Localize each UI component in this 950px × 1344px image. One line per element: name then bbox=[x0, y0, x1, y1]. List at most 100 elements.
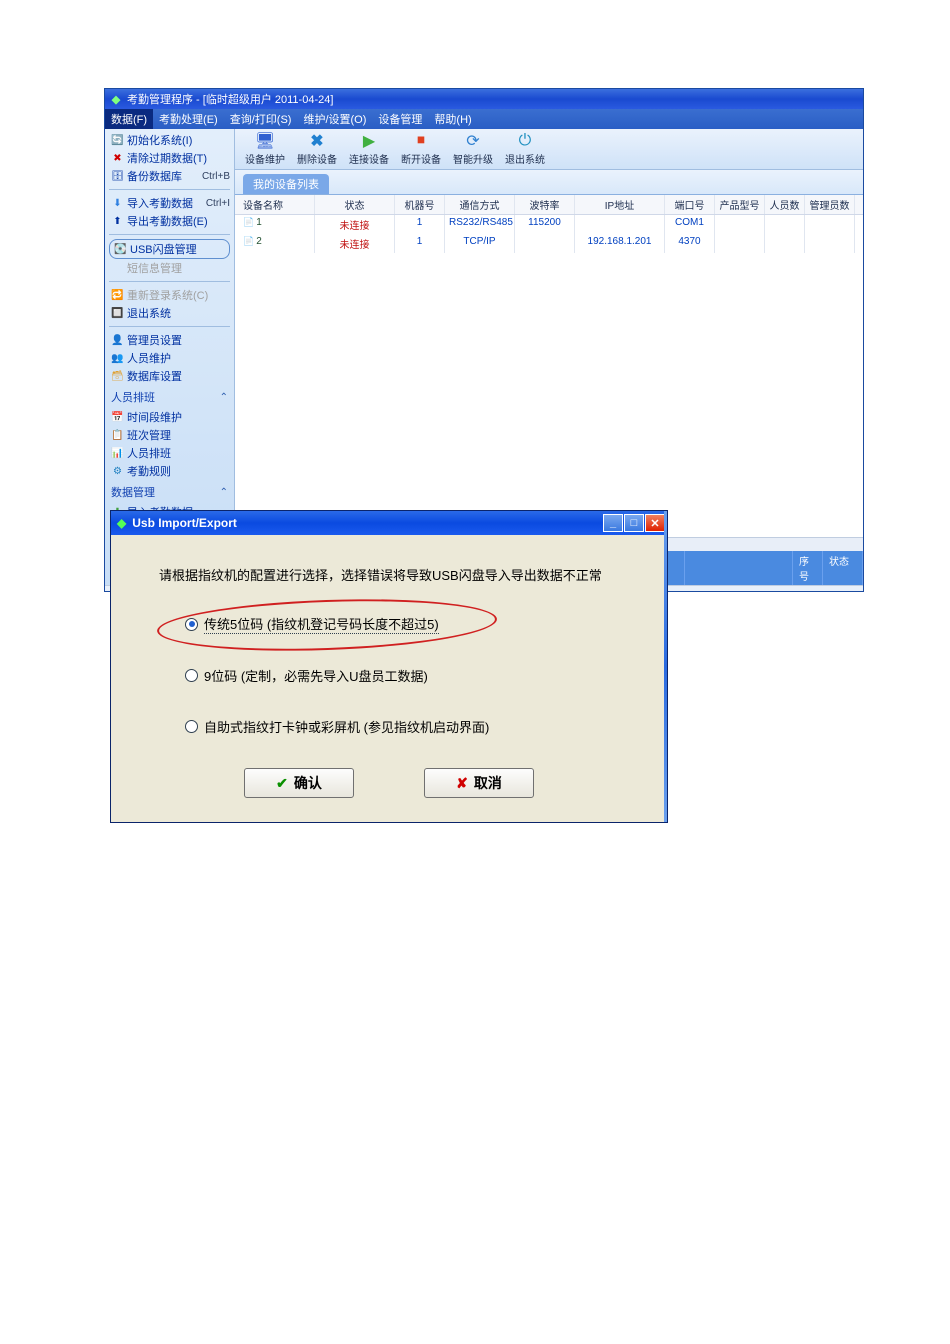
dialog-right-edge bbox=[664, 511, 667, 822]
sidebar-clear-expired[interactable]: ✖清除过期数据(T) bbox=[109, 149, 230, 167]
radio-option-5digit[interactable]: 传统5位码 (指纹机登记号码长度不超过5) bbox=[185, 614, 643, 634]
sidebar-section-schedule[interactable]: 人员排班⌃ bbox=[109, 385, 230, 408]
radio-option-9digit[interactable]: 9位码 (定制，必需先导入U盘员工数据) bbox=[185, 666, 643, 685]
col-product[interactable]: 产品型号 bbox=[715, 195, 765, 214]
col-device-name[interactable]: 设备名称 bbox=[235, 195, 315, 214]
close-button[interactable]: ✕ bbox=[645, 514, 665, 532]
sidebar-att-rule[interactable]: ⚙考勤规则 bbox=[109, 462, 230, 480]
bcol-status2[interactable]: 状态 bbox=[823, 551, 863, 585]
usb-import-export-dialog: ◆ Usb Import/Export _ □ ✕ 请根据指纹机的配置进行选择，… bbox=[110, 510, 668, 823]
exit-icon: 🔲 bbox=[111, 307, 124, 320]
cell-ip: 192.168.1.201 bbox=[575, 234, 665, 253]
sidebar-person-schedule[interactable]: 📊人员排班 bbox=[109, 444, 230, 462]
menu-bar: 数据(F) 考勤处理(E) 查询/打印(S) 维护/设置(O) 设备管理 帮助(… bbox=[105, 109, 863, 129]
sidebar-relogin: 🔁重新登录系统(C) bbox=[109, 286, 230, 304]
table-row[interactable]: 1 未连接 1 RS232/RS485 115200 COM1 bbox=[235, 215, 863, 234]
col-baud[interactable]: 波特率 bbox=[515, 195, 575, 214]
minimize-button[interactable]: _ bbox=[603, 514, 623, 532]
col-machine-no[interactable]: 机器号 bbox=[395, 195, 445, 214]
grid-empty bbox=[235, 253, 863, 537]
toolbar-device-maintain[interactable]: 🖥设备维护 bbox=[239, 131, 291, 167]
gear-icon: ⚙ bbox=[111, 465, 124, 478]
device-icon: 🖥 bbox=[254, 132, 276, 150]
sidebar-import-att[interactable]: ⬇导入考勤数据Ctrl+I bbox=[109, 194, 230, 212]
window-title: 考勤管理程序 - [临时超级用户 2011-04-24] bbox=[127, 91, 333, 107]
cell-people bbox=[765, 215, 805, 234]
toolbar-delete-device[interactable]: ✖删除设备 bbox=[291, 131, 343, 167]
cell-prod bbox=[715, 215, 765, 234]
table-row[interactable]: 2 未连接 1 TCP/IP 192.168.1.201 4370 bbox=[235, 234, 863, 253]
cancel-button[interactable]: ✘ 取消 bbox=[424, 768, 534, 798]
import-icon: ⬇ bbox=[111, 197, 124, 210]
cell-comm: TCP/IP bbox=[445, 234, 515, 253]
people-icon: 👥 bbox=[111, 352, 124, 365]
sidebar-section-datamgmt[interactable]: 数据管理⌃ bbox=[109, 480, 230, 503]
app-icon: ◆ bbox=[109, 92, 123, 106]
sidebar-shift-manage[interactable]: 📋班次管理 bbox=[109, 426, 230, 444]
toolbar-disconnect-device[interactable]: ⏹断开设备 bbox=[395, 131, 447, 167]
col-status[interactable]: 状态 bbox=[315, 195, 395, 214]
cell-people bbox=[765, 234, 805, 253]
menu-attendance[interactable]: 考勤处理(E) bbox=[153, 109, 224, 129]
menu-maintain[interactable]: 维护/设置(O) bbox=[297, 109, 372, 129]
col-people[interactable]: 人员数 bbox=[765, 195, 805, 214]
dbset-icon: 🗃 bbox=[111, 370, 124, 383]
menu-device[interactable]: 设备管理 bbox=[372, 109, 428, 129]
sidebar-admin-settings[interactable]: 👤管理员设置 bbox=[109, 331, 230, 349]
bcol-seq2[interactable]: 序号 bbox=[793, 551, 823, 585]
toolbar-exit[interactable]: ⏻退出系统 bbox=[499, 131, 551, 167]
cell-prod bbox=[715, 234, 765, 253]
radio-icon bbox=[185, 669, 198, 682]
title-bar: ◆ 考勤管理程序 - [临时超级用户 2011-04-24] bbox=[105, 89, 863, 109]
bcol-spacer bbox=[685, 551, 793, 585]
tab-device-list[interactable]: 我的设备列表 bbox=[243, 174, 329, 194]
col-comm-mode[interactable]: 通信方式 bbox=[445, 195, 515, 214]
sidebar-db-settings[interactable]: 🗃数据库设置 bbox=[109, 367, 230, 385]
relogin-icon: 🔁 bbox=[111, 289, 124, 302]
maximize-button[interactable]: □ bbox=[624, 514, 644, 532]
tab-strip: 我的设备列表 bbox=[235, 170, 863, 195]
refresh-icon: 🔄 bbox=[111, 134, 124, 147]
sidebar-init-system[interactable]: 🔄初始化系统(I) bbox=[109, 131, 230, 149]
schedule-icon: 📊 bbox=[111, 447, 124, 460]
menu-help[interactable]: 帮助(H) bbox=[428, 109, 477, 129]
cell-status: 未连接 bbox=[315, 215, 395, 234]
col-admin[interactable]: 管理员数 bbox=[805, 195, 855, 214]
toolbar: 🖥设备维护 ✖删除设备 ▶连接设备 ⏹断开设备 ⟳智能升级 ⏻退出系统 bbox=[235, 129, 863, 170]
sidebar-exit[interactable]: 🔲退出系统 bbox=[109, 304, 230, 322]
cell-baud bbox=[515, 234, 575, 253]
radio-icon bbox=[185, 618, 198, 631]
sidebar-person-maintain[interactable]: 👥人员维护 bbox=[109, 349, 230, 367]
sidebar-timeslot[interactable]: 📅时间段维护 bbox=[109, 408, 230, 426]
cell-comm: RS232/RS485 bbox=[445, 215, 515, 234]
toolbar-connect-device[interactable]: ▶连接设备 bbox=[343, 131, 395, 167]
col-port[interactable]: 端口号 bbox=[665, 195, 715, 214]
menu-query[interactable]: 查询/打印(S) bbox=[224, 109, 298, 129]
cell-ip bbox=[575, 215, 665, 234]
sms-icon bbox=[111, 262, 124, 275]
separator bbox=[109, 189, 230, 190]
separator bbox=[109, 281, 230, 282]
grid-header-row: 设备名称 状态 机器号 通信方式 波特率 IP地址 端口号 产品型号 人员数 管… bbox=[235, 195, 863, 215]
delete-icon: ✖ bbox=[306, 132, 328, 150]
play-icon: ▶ bbox=[358, 132, 380, 150]
menu-data[interactable]: 数据(F) bbox=[105, 109, 153, 129]
calendar-icon: 📅 bbox=[111, 411, 124, 424]
chevron-up-icon: ⌃ bbox=[220, 392, 228, 403]
sidebar-usb-manage[interactable]: 💽USB闪盘管理 bbox=[109, 239, 230, 259]
db-icon: 🗄 bbox=[111, 170, 124, 183]
stop-icon: ⏹ bbox=[410, 132, 432, 150]
upgrade-icon: ⟳ bbox=[462, 132, 484, 150]
radio-group: 传统5位码 (指纹机登记号码长度不超过5) 9位码 (定制，必需先导入U盘员工数… bbox=[135, 614, 643, 736]
dialog-title-text: Usb Import/Export bbox=[132, 516, 237, 530]
toolbar-smart-upgrade[interactable]: ⟳智能升级 bbox=[447, 131, 499, 167]
cell-port: COM1 bbox=[665, 215, 715, 234]
sidebar-export-att[interactable]: ⬆导出考勤数据(E) bbox=[109, 212, 230, 230]
sidebar-sms-manage: 短信息管理 bbox=[109, 259, 230, 277]
dialog-title-bar[interactable]: ◆ Usb Import/Export _ □ ✕ bbox=[111, 511, 667, 535]
cell-port: 4370 bbox=[665, 234, 715, 253]
radio-option-selfservice[interactable]: 自助式指纹打卡钟或彩屏机 (参见指纹机启动界面) bbox=[185, 717, 643, 736]
sidebar-backup-db[interactable]: 🗄备份数据库Ctrl+B bbox=[109, 167, 230, 185]
ok-button[interactable]: ✔ 确认 bbox=[244, 768, 354, 798]
col-ip[interactable]: IP地址 bbox=[575, 195, 665, 214]
